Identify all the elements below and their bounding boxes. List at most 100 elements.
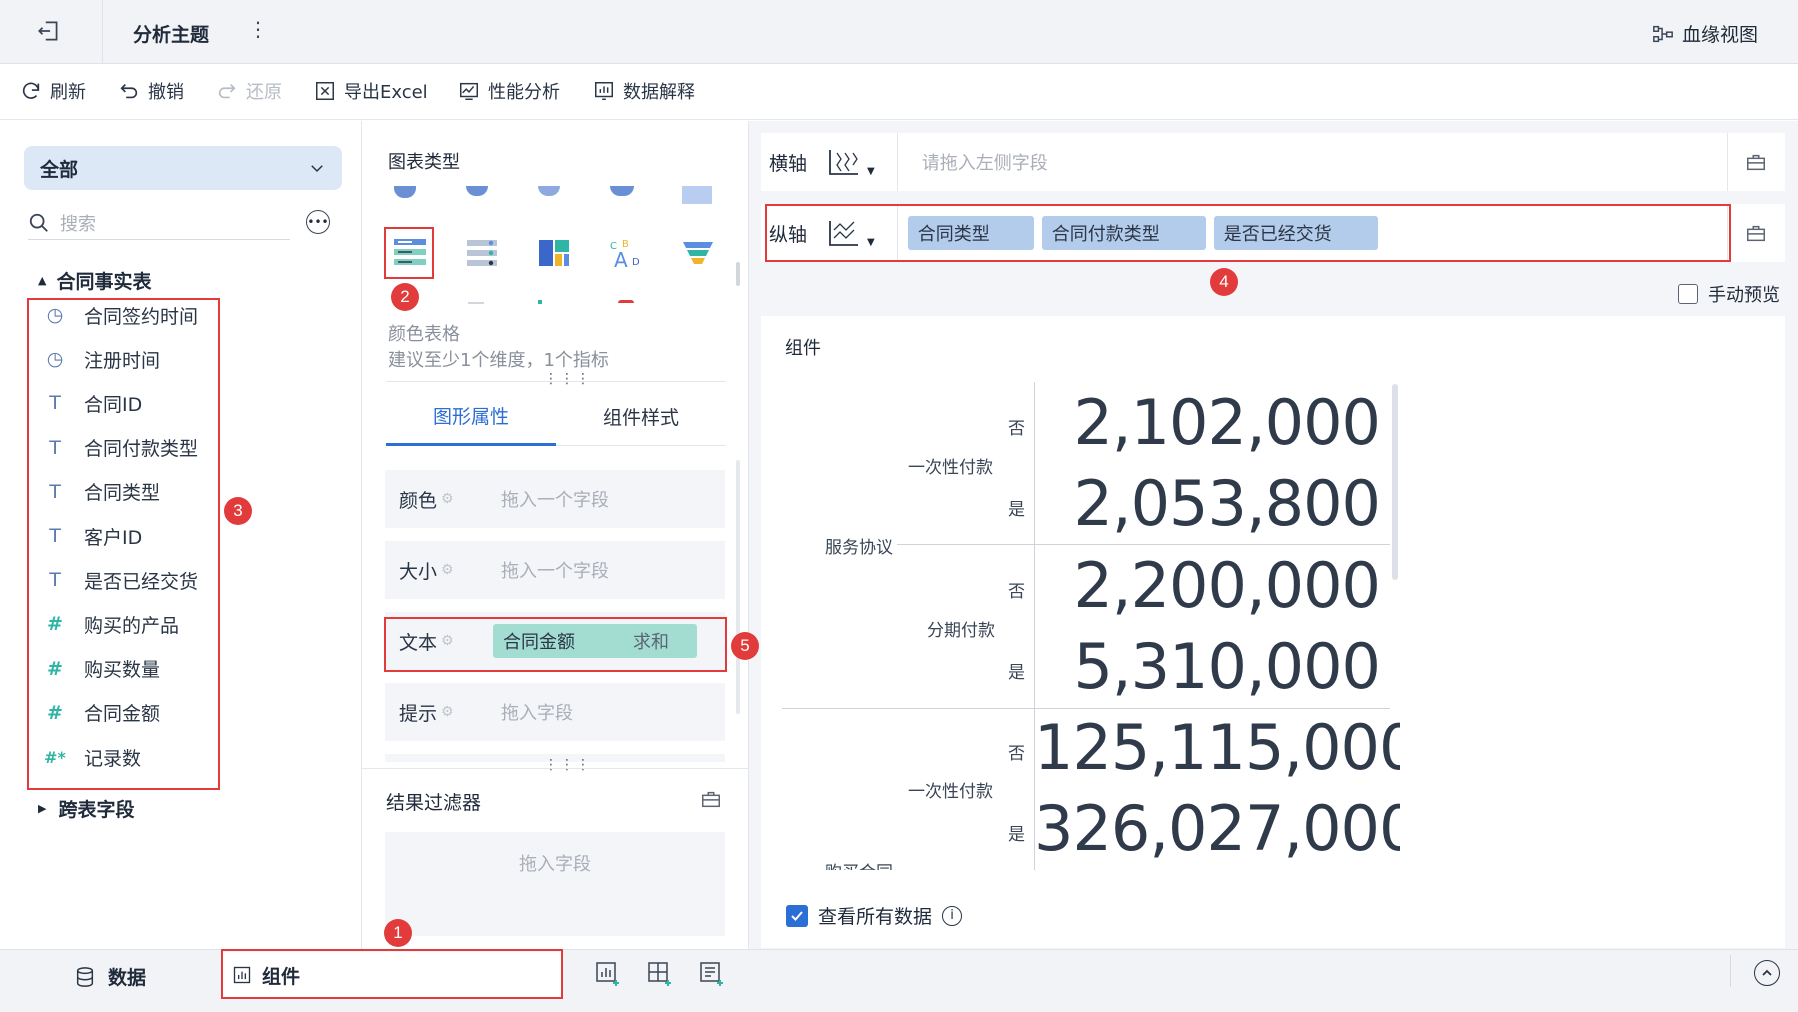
toolbar: 刷新 撤销 还原 导出Excel 性能分析 数据解释: [0, 64, 1798, 120]
add-dashboard-icon[interactable]: [646, 960, 674, 992]
subgroup-label: 一次性付款: [908, 458, 993, 478]
color-property-slot[interactable]: 颜色 ⚙ 拖入一个字段: [385, 470, 725, 528]
database-icon: [76, 966, 94, 987]
row-key: 否: [1008, 419, 1025, 439]
refresh-button[interactable]: 刷新: [20, 78, 86, 104]
scope-dropdown[interactable]: 全部: [24, 146, 342, 190]
performance-icon: [460, 82, 478, 100]
table-divider: [782, 708, 1390, 709]
page-title: 分析主题: [133, 24, 210, 46]
refresh-label: 刷新: [50, 82, 86, 103]
y-axis-toolbox-icon[interactable]: [1745, 222, 1767, 248]
redo-icon: [218, 83, 236, 99]
section-resize-handle[interactable]: ⋮⋮⋮: [544, 371, 592, 387]
checkbox-empty-icon: [1678, 284, 1698, 304]
chart-thumb-icon[interactable]: [466, 186, 488, 196]
redo-label: 还原: [246, 82, 282, 103]
info-icon[interactable]: i: [942, 905, 963, 926]
caret-down-icon[interactable]: ▼: [867, 166, 875, 177]
undo-button[interactable]: 撤销: [118, 78, 184, 104]
collapse-up-icon[interactable]: [1754, 960, 1780, 986]
filter-toolbox-icon[interactable]: [700, 788, 722, 814]
word-cloud-icon: C B A D: [610, 239, 640, 271]
more-menu-icon[interactable]: ⋮: [248, 17, 268, 41]
data-explain-button[interactable]: 数据解释: [593, 78, 695, 104]
treemap-icon: [539, 240, 569, 266]
chart-thumb-icon[interactable]: [394, 186, 416, 198]
table-cell-value: 125,115,000: [1034, 711, 1400, 784]
gear-icon[interactable]: ⚙: [441, 562, 454, 578]
add-report-icon[interactable]: [698, 960, 726, 992]
chart-thumb-icon[interactable]: [538, 186, 560, 196]
row-key: 是: [1008, 663, 1025, 683]
add-chart-icon[interactable]: [594, 960, 622, 992]
data-tab[interactable]: 数据: [74, 963, 146, 990]
tooltip-property-label: 提示: [399, 702, 438, 725]
component-title: 组件: [785, 338, 821, 359]
undo-label: 撤销: [148, 82, 184, 103]
manual-preview-label: 手动预览: [1708, 285, 1780, 306]
chart-type-title: 图表类型: [388, 152, 460, 173]
more-options-icon[interactable]: •••: [306, 210, 330, 234]
annotation-badge-2: 2: [391, 283, 419, 311]
tab-graphic-attributes[interactable]: 图形属性: [386, 388, 556, 446]
highlight-box-3: [27, 298, 220, 790]
performance-analysis-button[interactable]: 性能分析: [458, 78, 560, 104]
performance-label: 性能分析: [488, 82, 560, 103]
word-cloud-chart-icon[interactable]: C B A D: [604, 231, 648, 275]
gear-icon[interactable]: ⚙: [441, 704, 454, 720]
search-placeholder: 搜索: [60, 213, 96, 235]
export-label: 导出Excel: [344, 82, 428, 103]
chart-thumb-icon[interactable]: [682, 186, 712, 204]
size-property-placeholder: 拖入一个字段: [501, 561, 609, 582]
chart-type-scrollbar[interactable]: [736, 262, 740, 286]
lineage-view-button[interactable]: 血缘视图: [1652, 20, 1758, 47]
section-resize-handle[interactable]: ⋮⋮⋮: [544, 757, 592, 773]
table-scrollbar[interactable]: [1392, 384, 1398, 580]
chart-thumb-icon[interactable]: [610, 186, 634, 196]
manual-preview-checkbox[interactable]: 手动预览: [1678, 281, 1780, 307]
redo-button[interactable]: 还原: [216, 78, 282, 104]
tab-component-style[interactable]: 组件样式: [556, 388, 726, 446]
gear-icon[interactable]: ⚙: [441, 491, 454, 507]
lineage-label: 血缘视图: [1682, 24, 1759, 46]
treemap-chart-icon[interactable]: [532, 231, 576, 275]
tooltip-property-placeholder: 拖入字段: [501, 703, 573, 724]
view-all-data-checkbox[interactable]: 查看所有数据 i: [786, 902, 963, 929]
exit-icon[interactable]: [36, 18, 66, 48]
export-excel-button[interactable]: 导出Excel: [314, 78, 428, 104]
chart-hint: 建议至少1个维度，1个指标: [388, 350, 609, 371]
props-scrollbar[interactable]: [736, 460, 740, 714]
funnel-chart-icon[interactable]: [676, 231, 720, 275]
data-tab-label: 数据: [108, 967, 147, 989]
size-property-slot[interactable]: 大小 ⚙ 拖入一个字段: [385, 541, 725, 599]
annotation-badge-1: 1: [384, 919, 412, 947]
tab-graphic-attributes-label: 图形属性: [432, 406, 509, 428]
svg-text:D: D: [632, 257, 640, 268]
tooltip-property-slot[interactable]: 提示 ⚙ 拖入字段: [385, 683, 725, 741]
color-property-placeholder: 拖入一个字段: [501, 490, 609, 511]
cross-table-node[interactable]: ▶ 跨表字段: [38, 795, 134, 822]
divider: [386, 381, 726, 382]
search-input[interactable]: 搜索: [28, 206, 290, 240]
chart-type-row-partial: [388, 186, 718, 204]
subgroup-label: 分期付款: [927, 621, 995, 641]
group-label: 服务协议: [825, 533, 897, 558]
x-axis-type-icon[interactable]: [827, 147, 861, 177]
divider: [362, 768, 749, 769]
highlight-box-4: [765, 204, 1731, 262]
grouped-table-chart-icon[interactable]: [460, 231, 504, 275]
group-label: 购买合同: [825, 858, 893, 870]
table-node[interactable]: ▲ 合同事实表: [38, 267, 151, 294]
table-cell-value: 2,053,800: [1073, 467, 1381, 540]
filter-drop-zone[interactable]: 拖入字段: [385, 832, 725, 936]
x-axis-toolbox-icon[interactable]: [1745, 151, 1767, 177]
highlight-box-5: [384, 617, 727, 672]
checkbox-checked-icon: [786, 904, 808, 927]
cross-table-label: 跨表字段: [58, 799, 135, 821]
table-divider: [910, 544, 1390, 545]
data-explain-label: 数据解释: [623, 82, 695, 103]
x-axis-shelf[interactable]: 横轴 ▼ 请拖入左侧字段: [761, 133, 1785, 191]
color-property-label: 颜色: [399, 489, 438, 512]
table-name: 合同事实表: [56, 271, 152, 293]
